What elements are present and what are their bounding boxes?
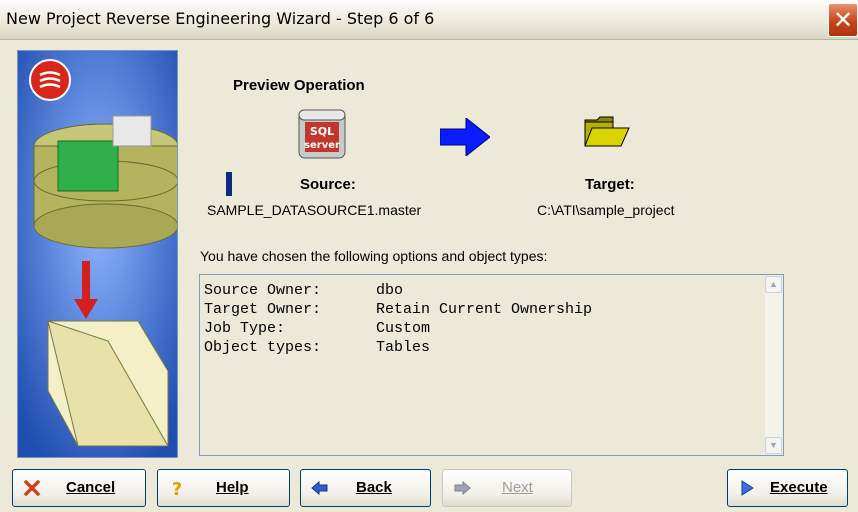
options-summary-textbox[interactable]: Source Owner: dbo Target Owner: Retain Cur… <box>199 274 784 456</box>
chevron-down-icon: ▼ <box>769 440 778 450</box>
option-key: Source Owner: <box>204 282 322 299</box>
title-bar: New Project Reverse Engineering Wizard -… <box>0 0 858 40</box>
close-button[interactable]: ✕ <box>828 3 858 37</box>
back-arrow-icon <box>311 480 328 496</box>
target-value: C:\ATI\sample_project <box>537 202 675 218</box>
right-arrow-icon <box>439 116 491 158</box>
close-icon: ✕ <box>832 6 854 34</box>
option-value: dbo <box>376 282 404 299</box>
source-value: SAMPLE_DATASOURCE1.master <box>207 202 422 218</box>
option-row: Object types: Tables <box>204 338 592 357</box>
status-marker <box>226 172 232 196</box>
scroll-up-button[interactable]: ▲ <box>765 276 782 293</box>
options-intro: You have chosen the following options an… <box>200 248 548 264</box>
source-label: Source: <box>300 176 356 193</box>
scroll-down-button[interactable]: ▼ <box>765 437 782 454</box>
svg-text:?: ? <box>172 479 182 497</box>
option-key: Object types: <box>204 339 322 356</box>
folder-open-icon <box>583 114 631 148</box>
target-label: Target: <box>585 176 635 193</box>
option-row: Source Owner: dbo <box>204 281 592 300</box>
option-row: Job Type: Custom <box>204 319 592 338</box>
vertical-scrollbar[interactable]: ▲ ▼ <box>765 276 782 454</box>
back-label: Back <box>356 479 392 496</box>
execute-button[interactable]: Execute <box>727 469 848 507</box>
help-button[interactable]: ? Help <box>157 469 290 507</box>
chevron-up-icon: ▲ <box>769 279 778 289</box>
next-arrow-icon <box>454 480 471 496</box>
sql-server-icon: SQL server <box>296 108 348 160</box>
options-list: Source Owner: dbo Target Owner: Retain Cur… <box>204 281 592 357</box>
preview-title: Preview Operation <box>233 77 365 94</box>
play-icon <box>741 480 754 496</box>
option-value: Custom <box>376 320 431 337</box>
question-icon: ? <box>172 479 182 497</box>
wizard-side-graphic <box>17 50 178 458</box>
database-illustration <box>18 51 177 457</box>
next-label: Next <box>502 479 533 496</box>
cancel-button[interactable]: Cancel <box>12 469 146 507</box>
option-key: Target Owner: <box>204 301 322 318</box>
option-row: Target Owner: Retain Current Ownership <box>204 300 592 319</box>
sql-icon-text-top: SQL <box>310 125 334 138</box>
x-icon <box>24 480 40 496</box>
option-value: Tables <box>376 339 431 356</box>
back-button[interactable]: Back <box>300 469 431 507</box>
cancel-label: Cancel <box>66 479 116 496</box>
window-title: New Project Reverse Engineering Wizard -… <box>6 9 435 28</box>
option-key: Job Type: <box>204 320 286 337</box>
option-value: Retain Current Ownership <box>376 301 593 318</box>
next-button[interactable]: Next <box>442 469 572 507</box>
help-label: Help <box>216 479 249 496</box>
sql-icon-text-bottom: server <box>304 140 340 151</box>
execute-label: Execute <box>770 479 828 496</box>
